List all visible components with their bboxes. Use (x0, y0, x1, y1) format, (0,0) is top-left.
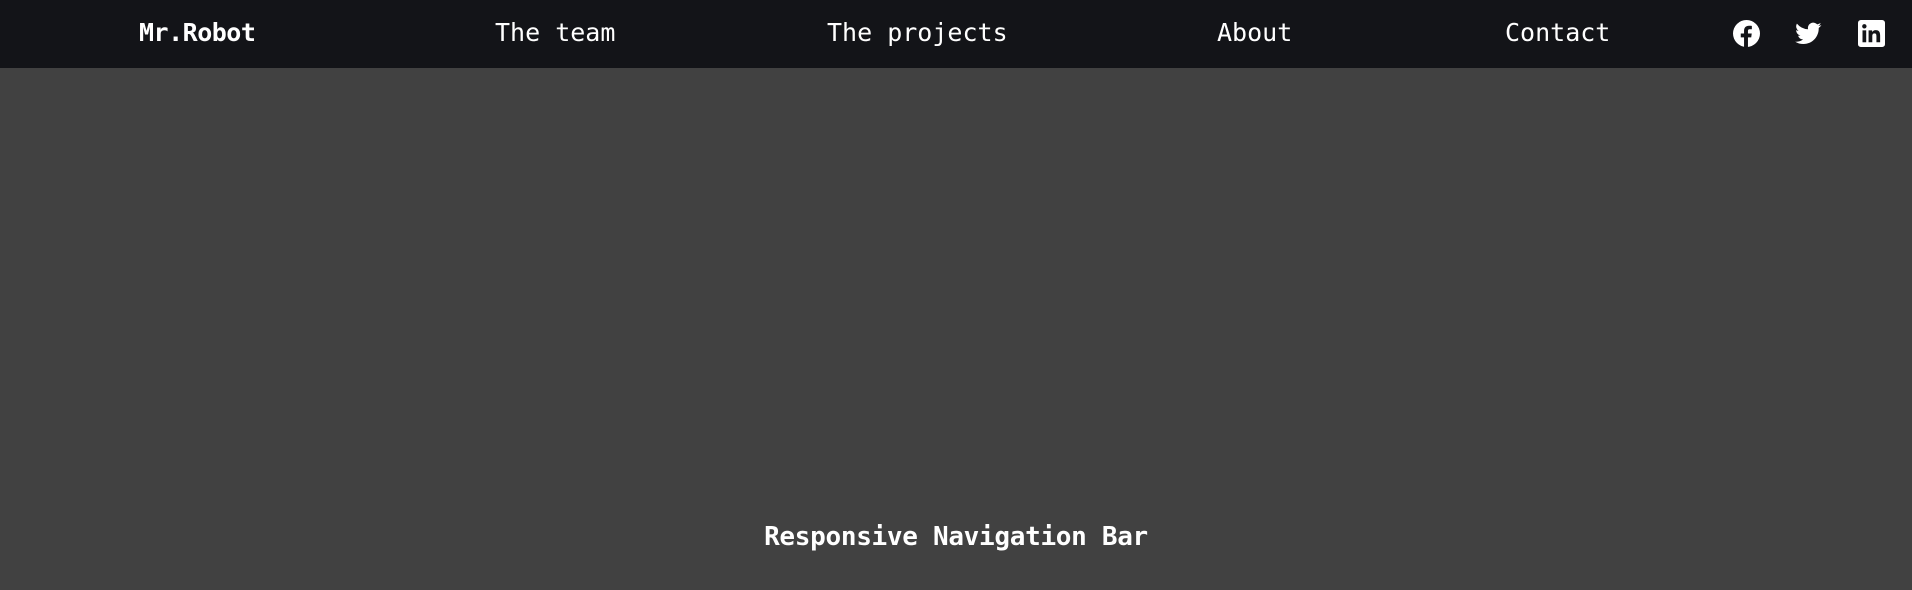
nav-link-about[interactable]: About (1217, 0, 1292, 68)
navbar: Mr.Robot The team The projects About Con… (0, 0, 1912, 68)
linkedin-icon[interactable] (1858, 20, 1885, 47)
nav-link-contact[interactable]: Contact (1505, 0, 1610, 68)
twitter-icon[interactable] (1795, 20, 1822, 47)
facebook-icon[interactable] (1733, 20, 1760, 47)
hero-section: Responsive Navigation Bar (0, 68, 1912, 590)
brand-logo[interactable]: Mr.Robot (139, 0, 256, 68)
hero-title: Responsive Navigation Bar (764, 522, 1148, 552)
nav-link-the-team[interactable]: The team (495, 0, 615, 68)
nav-link-the-projects[interactable]: The projects (827, 0, 1008, 68)
